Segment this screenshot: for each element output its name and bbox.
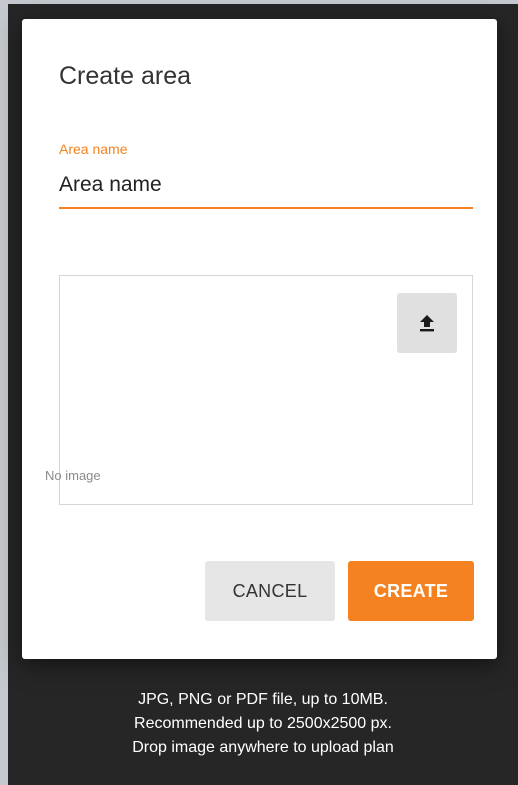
hint-resolution: Recommended up to 2500x2500 px. [134,715,392,732]
hint-file-types: JPG, PNG or PDF file, up to 10MB. [138,691,388,708]
create-button[interactable]: CREATE [348,561,474,621]
dialog-title: Create area [59,62,192,90]
create-area-dialog: Create area Area name No image CANCEL CR… [22,19,497,659]
hint-drop: Drop image anywhere to upload plan [132,739,394,756]
cancel-button[interactable]: CANCEL [205,561,335,621]
no-image-text: No image [45,468,101,483]
area-name-label: Area name [59,141,128,157]
area-name-input[interactable] [59,169,473,209]
upload-button[interactable] [397,293,457,353]
upload-icon [420,315,434,332]
